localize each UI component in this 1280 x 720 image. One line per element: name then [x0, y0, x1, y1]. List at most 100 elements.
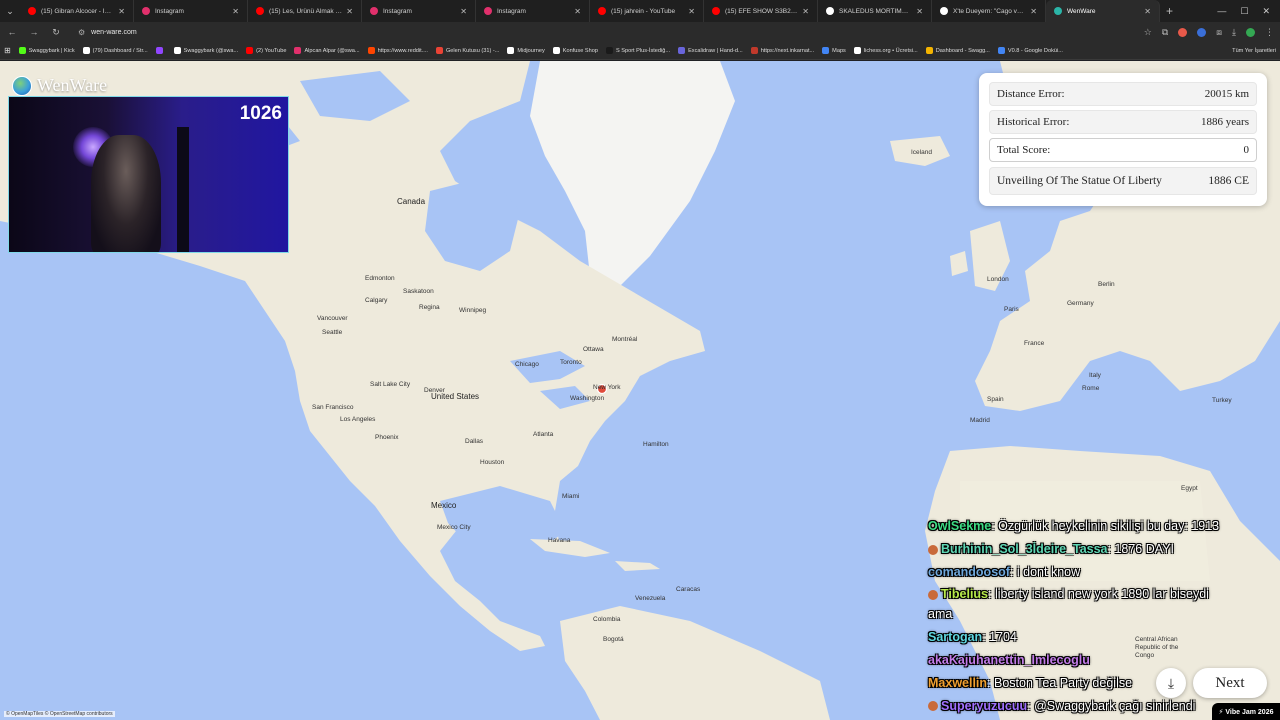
browser-tab[interactable]: SKALEDUS MORTIMAS Toplu ✕ — [818, 0, 932, 22]
url-input[interactable]: ⚙ wen-ware.com — [72, 25, 1134, 39]
bookmark-item[interactable]: Swaggybark (@swa... — [173, 47, 239, 54]
browser-tab[interactable]: (15) EFE SHOW S3B26 | MÜSİ ✕ — [704, 0, 818, 22]
browser-tab[interactable]: WenWare ✕ — [1046, 0, 1160, 22]
tab-close-icon[interactable]: ✕ — [118, 7, 125, 16]
bookmarks-bar: ⊞ Swaggybark | Kick (79) Dashboard / Str.… — [0, 42, 1280, 60]
bookmark-label: lichess.org • Ücretsi... — [863, 47, 918, 54]
tab-search-icon[interactable]: ⌄ — [0, 0, 20, 22]
all-bookmarks-button[interactable]: Tüm Yer İşaretleri — [1232, 48, 1276, 54]
bookmark-label: Midjourney — [517, 47, 545, 54]
map-label-chicago: Chicago — [515, 361, 539, 368]
bookmark-item[interactable]: Excalidraw | Hand-d... — [678, 47, 743, 54]
extension-icon[interactable]: ⧉ — [1162, 27, 1168, 38]
bookmark-label: https://www.reddit.... — [377, 47, 428, 54]
bookmark-item[interactable]: Konfuse Shop — [552, 47, 598, 54]
map-label-egypt: Egypt — [1181, 485, 1198, 492]
map-label-spain: Spain — [987, 396, 1004, 403]
tab-close-icon[interactable]: ✕ — [460, 7, 467, 16]
site-info-icon[interactable]: ⚙ — [78, 28, 85, 37]
browser-tab[interactable]: X'te Dueyern: "Cago vergi mü✕ — [932, 0, 1046, 22]
chat-text: : liberty island new york 1890 lar bisey… — [988, 587, 1209, 602]
map-label-caracas: Caracas — [676, 586, 701, 593]
browser-tab[interactable]: Instagram ✕ — [362, 0, 476, 22]
browser-tab[interactable]: (15) Les, Ürünü Almak İçin Mü ✕ — [248, 0, 362, 22]
puzzle-icon[interactable]: ⧈ — [1216, 27, 1222, 38]
browser-tab[interactable]: (15) Gibran Alcocer - Idea 10✕ — [20, 0, 134, 22]
apps-grid-icon[interactable]: ⊞ — [4, 46, 11, 55]
bookmark-item[interactable]: https://www.reddit.... — [367, 47, 428, 54]
chat-username: comandoosof — [928, 564, 1010, 579]
bookmark-item[interactable]: V0.8 - Google Doküi... — [997, 47, 1063, 54]
tab-favicon-icon — [142, 7, 150, 15]
tab-close-icon[interactable]: ✕ — [1030, 7, 1037, 16]
map-label-germany: Germany — [1067, 300, 1094, 307]
chat-username: Superyuzucuu — [941, 698, 1028, 713]
reload-icon[interactable]: ↻ — [50, 27, 62, 38]
bookmark-favicon-icon — [552, 47, 560, 54]
map-label-iceland: Iceland — [911, 149, 932, 156]
tab-favicon-icon — [598, 7, 606, 15]
forward-icon[interactable]: → — [28, 27, 40, 37]
bookmark-label: Swaggybark (@swa... — [183, 47, 239, 54]
map-viewport[interactable]: Canada United States Mexico Iceland Germ… — [0, 61, 1280, 720]
bookmark-item[interactable]: Swaggybark | Kick — [18, 47, 75, 54]
map-label-madrid: Madrid — [970, 417, 990, 424]
tab-close-icon[interactable]: ✕ — [1144, 7, 1151, 16]
bookmark-item[interactable]: S Sport Plus-İstediğ... — [605, 47, 670, 54]
total-score-label: Total Score: — [997, 144, 1051, 156]
extension-red-icon[interactable] — [1178, 27, 1188, 37]
profile-avatar[interactable] — [1246, 27, 1255, 37]
new-tab-icon[interactable]: + — [1166, 4, 1173, 18]
bookmark-star-icon[interactable]: ☆ — [1144, 27, 1152, 38]
bookmark-favicon-icon — [605, 47, 613, 54]
app-name: WenWare — [37, 75, 108, 95]
bookmark-item[interactable]: https://next.inkarnat... — [750, 47, 814, 54]
chat-text: : 1876 DAYI — [1107, 541, 1174, 556]
bookmark-item[interactable]: lichess.org • Ücretsi... — [853, 47, 918, 54]
bookmark-item[interactable]: Midjourney — [507, 47, 545, 54]
tab-close-icon[interactable]: ✕ — [916, 7, 923, 16]
app-logo[interactable]: WenWare — [12, 75, 107, 96]
tab-close-icon[interactable]: ✕ — [802, 7, 809, 16]
tab-close-icon[interactable]: ✕ — [232, 7, 239, 16]
bookmark-item[interactable] — [155, 47, 166, 54]
bookmark-item[interactable]: (2) YouTube — [246, 47, 286, 54]
tab-close-icon[interactable]: ✕ — [346, 7, 353, 16]
bookmark-item[interactable]: Maps — [822, 47, 846, 54]
chat-text: ama — [928, 607, 953, 622]
downloads-icon[interactable]: ⤓ — [1232, 27, 1236, 38]
tab-favicon-icon — [826, 7, 834, 15]
bookmark-item[interactable]: Gelen Kutusu (31) -... — [435, 47, 499, 54]
tab-favicon-icon — [370, 7, 378, 15]
menu-icon[interactable]: ⋮ — [1265, 27, 1274, 38]
download-button[interactable]: ⤓ — [1156, 668, 1186, 698]
tab-close-icon[interactable]: ✕ — [574, 7, 581, 16]
stream-counter: 1026 — [239, 103, 282, 124]
next-button[interactable]: Next — [1193, 668, 1267, 698]
back-icon[interactable]: ← — [6, 27, 18, 37]
bookmark-favicon-icon — [507, 47, 515, 54]
vibe-jam-badge[interactable]: ⚡ Vibe Jam 2026 — [1212, 703, 1280, 720]
tab-close-icon[interactable]: ✕ — [688, 7, 695, 16]
browser-tab[interactable]: Instagram ✕ — [476, 0, 590, 22]
minimize-icon[interactable]: — — [1217, 6, 1226, 17]
bookmark-item[interactable]: (79) Dashboard / Str... — [82, 47, 148, 54]
close-window-icon[interactable]: ✕ — [1262, 6, 1270, 17]
maximize-icon[interactable]: ☐ — [1240, 6, 1248, 17]
historical-error-row: Historical Error: 1886 years — [989, 110, 1257, 134]
bookmark-item[interactable]: Dashboard - Swagg... — [925, 47, 990, 54]
bookmark-item[interactable]: Alpcan Alpar (@swa... — [294, 47, 360, 54]
tab-favicon-icon — [940, 7, 948, 15]
extension-blue-icon[interactable] — [1197, 27, 1207, 37]
bookmark-label: Excalidraw | Hand-d... — [688, 47, 743, 54]
chat-text: : i dont know — [1009, 564, 1081, 579]
browser-tab[interactable]: Instagram ✕ — [134, 0, 248, 22]
browser-tab[interactable]: (15) jahrein - YouTube ✕ — [590, 0, 704, 22]
tab-favicon-icon — [712, 7, 720, 15]
bookmark-favicon-icon — [246, 47, 254, 54]
tab-title: Instagram — [155, 7, 184, 15]
total-score-value: 0 — [1243, 144, 1250, 156]
map-label-berlin: Berlin — [1098, 281, 1115, 288]
map-label-new-york: New York — [593, 384, 621, 391]
map-attribution[interactable]: © OpenMapTiles © OpenStreetMap contribut… — [4, 711, 115, 717]
